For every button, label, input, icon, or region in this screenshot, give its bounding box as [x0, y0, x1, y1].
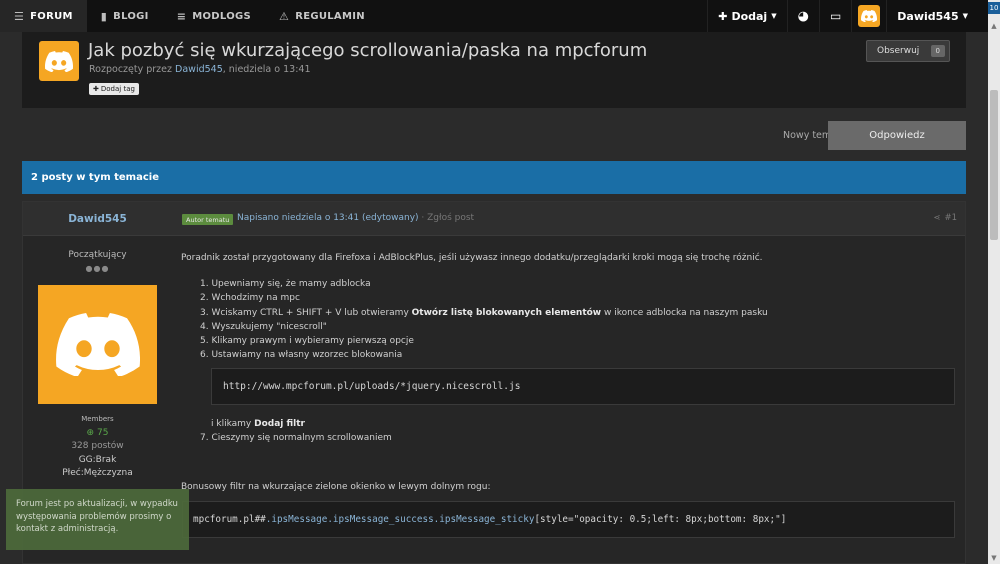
menu-icon: ☰ [14, 9, 25, 23]
steps-list: 1. Upewniamy się, że mamy adblocka 2. Wc… [200, 277, 768, 363]
inbox-icon: ▭ [829, 9, 842, 23]
user-avatar-button[interactable] [851, 0, 886, 32]
nav-regulamin[interactable]: ⚠ REGULAMIN [265, 0, 379, 32]
scroll-thumb[interactable] [990, 90, 998, 240]
list-item: 2. Wchodzimy na mpc [200, 293, 300, 304]
thread-meta: Rozpoczęty przez Dawid545, niedziela o 1… [89, 64, 311, 75]
caret-down-icon: ▼ [962, 12, 968, 20]
nav-forum[interactable]: ☰ FORUM [0, 0, 87, 32]
list-item: 5. Klikamy prawym i wybieramy pierwszą o… [200, 336, 414, 347]
list-item: 1. Upewniamy się, że mamy adblocka [200, 279, 371, 289]
post-author-link[interactable]: Dawid545 [23, 202, 172, 236]
plus-circle-icon: ⊕ [86, 428, 95, 438]
list-item: 6. Ustawiamy na własny wzorzec blokowani… [200, 350, 403, 361]
rank-dots-icon: ●●● [85, 264, 110, 273]
avatar [858, 5, 881, 27]
post-header: Dawid545 Autor tematu Napisano niedziela… [23, 202, 965, 236]
thread-header: Jak pozbyć się wkurzającego scrollowania… [22, 32, 966, 108]
bonus-text: Bonusowy filtr na wkurzające zielone oki… [181, 482, 491, 492]
scroll-down-icon[interactable]: ▼ [988, 552, 1000, 564]
plus-icon: ✚ [718, 9, 728, 23]
discord-icon [55, 313, 140, 376]
user-bar: ✚ Dodaj ▼ ◕ ▭ Dawid545 ▼ [707, 0, 988, 32]
sticky-message-toast[interactable]: Forum jest po aktualizacji, w wypadku wy… [6, 489, 189, 550]
step-continuation: i klikamy Dodaj filtr [211, 419, 305, 429]
add-tag-button[interactable]: ✚ Dodaj tag [89, 83, 139, 95]
plus-icon: ✚ [93, 85, 99, 93]
report-post-link[interactable]: · Zgłoś post [421, 213, 474, 223]
globe-icon: ◕ [797, 8, 809, 24]
author-post-count: 328 postów [71, 441, 124, 451]
follow-count: 0 [930, 45, 945, 57]
inbox-button[interactable]: ▭ [818, 0, 851, 32]
top-nav: ☰ FORUM ▮ BLOGI ≡ MODLOGS ⚠ REGULAMIN ✚ … [0, 0, 988, 32]
follow-button[interactable]: Obserwuj 0 [866, 40, 950, 62]
warning-icon: ⚠ [279, 9, 290, 23]
list-item: 3. Wciskamy CTRL + SHIFT + V lub otwiera… [200, 307, 768, 318]
post-intro: Poradnik został przygotowany dla Firefox… [181, 253, 763, 263]
globe-button[interactable]: ◕ [786, 0, 819, 32]
add-button[interactable]: ✚ Dodaj ▼ [707, 0, 786, 32]
user-menu[interactable]: Dawid545 ▼ [886, 0, 988, 32]
notification-badge[interactable]: 10 [988, 2, 1000, 14]
post-content: Poradnik został przygotowany dla Firefox… [181, 237, 965, 563]
nav-blogi[interactable]: ▮ BLOGI [87, 0, 163, 32]
author-rank: Początkujący [68, 250, 127, 260]
book-icon: ▮ [100, 9, 108, 23]
code-block[interactable]: http://www.mpcforum.pl/uploads/*jquery.n… [211, 368, 955, 405]
caret-down-icon: ▼ [771, 12, 777, 20]
share-icon[interactable]: ⋖ [933, 213, 940, 223]
post-date: Napisano niedziela o 13:41 (edytowany) ·… [237, 213, 475, 223]
page-scrollbar[interactable]: ▲ ▼ [988, 0, 1000, 564]
nav-modlogs[interactable]: ≡ MODLOGS [163, 0, 265, 32]
list-icon: ≡ [176, 9, 187, 23]
post-count-bar: 2 posty w tym temacie [22, 161, 966, 194]
thread-author-link[interactable]: Dawid545 [175, 64, 223, 75]
thread-author-avatar[interactable] [39, 41, 79, 81]
list-item: 4. Wyszukujemy "nicescroll" [200, 321, 327, 332]
author-reputation: ⊕ 75 [86, 428, 109, 438]
post-author-avatar[interactable] [38, 285, 157, 404]
author-badge: Autor tematu [182, 214, 234, 225]
discord-icon [861, 10, 878, 22]
code-block[interactable]: mpcforum.pl## .ipsMessage.ipsMessage_succ… [182, 501, 955, 538]
author-group: Members [81, 415, 114, 423]
discord-icon [45, 50, 73, 72]
scroll-up-icon[interactable]: ▲ [988, 20, 1000, 32]
list-item: 7. Cieszymy się normalnym scrollowaniem [200, 433, 392, 443]
author-gg: GG:Brak [78, 455, 117, 465]
page-title: Jak pozbyć się wkurzającego scrollowania… [88, 40, 648, 61]
post-number: ⋖ #1 [933, 213, 957, 223]
author-gender: Płeć:Mężczyzna [62, 468, 133, 478]
reply-button[interactable]: Odpowiedz [828, 121, 966, 150]
